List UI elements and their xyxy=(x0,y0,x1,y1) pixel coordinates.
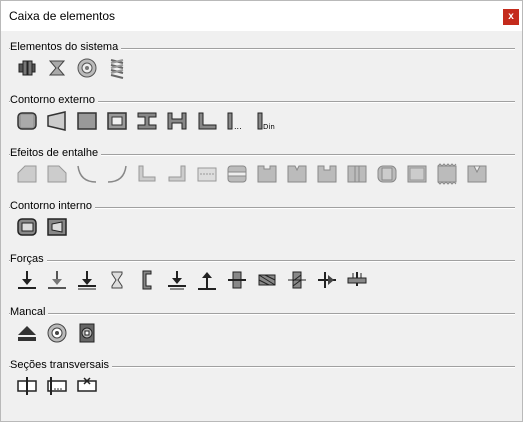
undercut-left-icon[interactable] xyxy=(135,163,159,185)
force-down-icon[interactable] xyxy=(15,269,39,291)
section-dots-icon[interactable] xyxy=(45,375,69,397)
spring-stack-icon[interactable] xyxy=(105,57,129,79)
spline-icon[interactable] xyxy=(375,163,399,185)
group-label: Forças xyxy=(10,253,47,265)
fixed-bearing-icon[interactable] xyxy=(75,322,99,344)
roller-bearing-icon[interactable] xyxy=(45,322,69,344)
inner-cone-icon[interactable] xyxy=(45,216,69,238)
title-bar: Caixa de elementos x xyxy=(1,1,522,31)
group-label: Contorno interno xyxy=(10,200,95,212)
support-icon[interactable] xyxy=(345,269,369,291)
rectangle-solid-icon[interactable] xyxy=(75,110,99,132)
cylinder-icon[interactable] xyxy=(15,110,39,132)
window-title: Caixa de elementos xyxy=(9,9,116,23)
radius-left-icon[interactable] xyxy=(75,163,99,185)
group-label: Mancal xyxy=(10,306,49,318)
force-line-icon[interactable] xyxy=(75,269,99,291)
group-bearing: Mancal xyxy=(9,306,515,343)
bearing-hourglass-icon[interactable] xyxy=(45,57,69,79)
hollow-rectangle-icon[interactable] xyxy=(105,110,129,132)
group-cross-sections: Seções transversais xyxy=(9,359,515,395)
group-label: Seções transversais xyxy=(10,359,113,371)
l-din-icon[interactable]: Din xyxy=(255,110,279,132)
group-notch-effects: Efeitos de entalhe xyxy=(9,147,515,185)
bending-icon[interactable] xyxy=(285,269,309,291)
recess-icon[interactable] xyxy=(255,163,279,185)
polygon-icon[interactable] xyxy=(405,163,429,185)
close-button[interactable]: x xyxy=(503,9,519,25)
section-plain-icon[interactable] xyxy=(15,375,39,397)
square-groove-icon[interactable] xyxy=(315,163,339,185)
radius-right-icon[interactable] xyxy=(105,163,129,185)
shaft-coupling-icon[interactable] xyxy=(15,57,39,79)
groove-icon[interactable] xyxy=(225,163,249,185)
chamfer-right-icon[interactable] xyxy=(45,163,69,185)
force-up-icon[interactable] xyxy=(195,269,219,291)
group-label: Contorno externo xyxy=(10,94,98,106)
i-profile-icon[interactable] xyxy=(135,110,159,132)
chamfer-left-icon[interactable] xyxy=(15,163,39,185)
undercut-right-icon[interactable] xyxy=(165,163,189,185)
group-system-elements: Elementos do sistema xyxy=(9,41,515,79)
inner-cylinder-icon[interactable] xyxy=(15,216,39,238)
section-cross-icon[interactable] xyxy=(75,375,99,397)
keyway-icon[interactable] xyxy=(345,163,369,185)
bracket-load-icon[interactable] xyxy=(135,269,159,291)
v-notch-icon[interactable] xyxy=(285,163,309,185)
group-forces: Forças xyxy=(9,253,515,290)
h-profile-icon[interactable] xyxy=(165,110,189,132)
group-inner-contour: Contorno interno xyxy=(9,200,515,236)
group-label: Elementos do sistema xyxy=(10,41,122,53)
group-outer-contour: Contorno externo ... Din xyxy=(9,94,515,131)
thread-icon[interactable] xyxy=(465,163,489,185)
moment-icon[interactable] xyxy=(225,269,249,291)
force-down-offset-icon[interactable] xyxy=(45,269,69,291)
l-dots-icon[interactable]: ... xyxy=(225,110,249,132)
knurl-icon[interactable] xyxy=(435,163,459,185)
axial-force-icon[interactable] xyxy=(315,269,339,291)
group-label: Efeitos de entalhe xyxy=(10,147,102,159)
cross-hole-icon[interactable] xyxy=(195,163,219,185)
torque-icon[interactable] xyxy=(255,269,279,291)
l-dots-label: ... xyxy=(234,122,242,131)
close-icon: x xyxy=(508,11,514,22)
elements-toolbox-window: Caixa de elementos x Elementos do sistem… xyxy=(0,0,523,422)
l-profile-icon[interactable] xyxy=(195,110,219,132)
distributed-force-icon[interactable] xyxy=(165,269,189,291)
cone-icon[interactable] xyxy=(45,110,69,132)
hourglass-load-icon[interactable] xyxy=(105,269,129,291)
ring-element-icon[interactable] xyxy=(75,57,99,79)
eject-bearing-icon[interactable] xyxy=(15,322,39,344)
l-din-label: Din xyxy=(263,123,275,131)
